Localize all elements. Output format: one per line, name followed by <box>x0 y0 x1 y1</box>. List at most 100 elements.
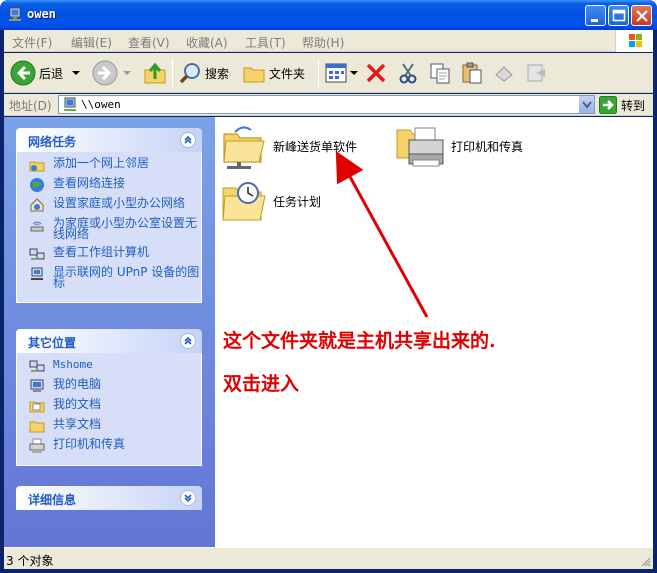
status-bar: 3 个对象 <box>4 547 653 569</box>
my-documents-label: 我的文档 <box>53 397 102 411</box>
collapse-button[interactable] <box>180 333 196 349</box>
dropdown-arrow-icon <box>123 71 131 75</box>
mshome-link[interactable]: Mshome <box>17 359 201 372</box>
explorer-window: owen 文件(F) 编辑(E) 查看(V) 收藏(A) 工具(T) 帮助(H) <box>0 0 657 573</box>
status-text: 3 个对象 <box>6 554 54 568</box>
show-upnp-devices-link[interactable]: 显示联网的 UPnP 设备的图标 <box>17 266 201 289</box>
view-network-connections-label: 查看网络连接 <box>53 176 126 190</box>
folders-icon <box>243 67 265 83</box>
menu-bar: 文件(F) 编辑(E) 查看(V) 收藏(A) 工具(T) 帮助(H) <box>4 30 653 52</box>
printers-and-faxes-link[interactable]: 打印机和传真 <box>17 437 201 453</box>
globe-icon <box>30 178 44 192</box>
go-button[interactable]: 转到 <box>599 96 645 114</box>
folders-button[interactable]: 文件夹 <box>242 57 305 89</box>
annotation-text-line2: 双击进入 <box>223 373 300 395</box>
view-workgroup-computers-link[interactable]: 查看工作组计算机 <box>17 245 201 260</box>
minimize-icon <box>591 19 598 22</box>
search-icon <box>179 63 200 84</box>
views-button[interactable] <box>324 57 358 89</box>
title-bar[interactable]: owen <box>0 0 657 30</box>
workgroup-icon <box>29 360 45 372</box>
menu-edit[interactable]: 编辑(E) <box>71 34 112 51</box>
chevron-down-icon <box>582 101 592 109</box>
undo-icon <box>495 66 513 82</box>
address-dropdown-button[interactable] <box>578 96 594 113</box>
task-pane: 网络任务 添加一个网上邻居 查看网络连接 设置家庭或小型办公网络 为家庭或小型办… <box>4 117 215 547</box>
network-tasks-body: 添加一个网上邻居 查看网络连接 设置家庭或小型办公网络 为家庭或小型办公室设置无… <box>16 152 202 303</box>
file-view: 新峰送货单软件 打印机和传真 任务计划 这个文件夹就是主机共享出来的. 双击进入 <box>215 117 653 547</box>
toolbar-separator <box>318 59 319 87</box>
wireless-network-icon <box>30 221 44 232</box>
details-header[interactable]: 详细信息 <box>16 486 202 510</box>
up-folder-icon <box>144 62 166 84</box>
other-places-body: Mshome 我的电脑 我的文档 共享文档 打印机和传真 <box>16 353 202 466</box>
minimize-button[interactable] <box>585 5 606 26</box>
setup-home-network-label: 设置家庭或小型办公网络 <box>53 196 186 210</box>
search-button[interactable]: 搜索 <box>178 57 229 89</box>
expand-button[interactable] <box>180 490 196 506</box>
close-button[interactable] <box>631 5 652 26</box>
copy-button[interactable] <box>428 57 452 89</box>
forward-button[interactable] <box>92 57 134 89</box>
details-title: 详细信息 <box>28 493 77 507</box>
shared-documents-label: 共享文档 <box>53 417 102 431</box>
maximize-button[interactable] <box>608 5 629 26</box>
delete-button[interactable] <box>364 57 388 89</box>
setup-wireless-network-label: 为家庭或小型办公室设置无线网络 <box>53 216 198 241</box>
menu-favorites[interactable]: 收藏(A) <box>186 34 228 51</box>
maximize-icon <box>612 9 626 22</box>
paste-button[interactable] <box>460 57 484 89</box>
network-computer-icon <box>9 7 21 21</box>
my-documents-link[interactable]: 我的文档 <box>17 397 201 413</box>
scissors-icon <box>399 63 417 84</box>
network-computer-icon <box>64 97 76 111</box>
standard-toolbar: 后退 搜索 文件夹 <box>4 53 653 93</box>
cut-button[interactable] <box>396 57 420 89</box>
setup-wireless-network-link[interactable]: 为家庭或小型办公室设置无线网络 <box>17 216 201 241</box>
network-tasks-header[interactable]: 网络任务 <box>16 128 202 152</box>
properties-button[interactable] <box>524 57 548 89</box>
menu-file[interactable]: 文件(F) <box>12 34 52 51</box>
upnp-device-icon <box>31 267 43 280</box>
chevron-down-double-icon <box>184 494 192 503</box>
delete-x-icon <box>366 63 386 83</box>
view-network-connections-link[interactable]: 查看网络连接 <box>17 176 201 192</box>
back-button[interactable]: 后退 <box>10 57 83 89</box>
address-input[interactable]: \\owen <box>58 95 595 114</box>
go-label: 转到 <box>621 98 646 113</box>
printers-and-faxes-label: 打印机和传真 <box>53 437 126 451</box>
chevron-up-double-icon <box>184 336 192 345</box>
toolbar-separator <box>172 59 173 87</box>
folders-label: 文件夹 <box>269 66 306 81</box>
forward-arrow-icon <box>92 60 118 86</box>
add-network-place-link[interactable]: 添加一个网上邻居 <box>17 156 201 172</box>
windows-logo <box>615 30 653 52</box>
network-tasks-panel: 网络任务 添加一个网上邻居 查看网络连接 设置家庭或小型办公网络 为家庭或小型办… <box>16 128 202 303</box>
copy-icon <box>430 63 450 84</box>
up-folder-button[interactable] <box>142 57 168 89</box>
go-arrow-icon <box>599 96 617 114</box>
menu-view[interactable]: 查看(V) <box>128 34 170 51</box>
collapse-button[interactable] <box>180 132 196 148</box>
search-label: 搜索 <box>205 66 230 81</box>
setup-home-network-link[interactable]: 设置家庭或小型办公网络 <box>17 196 201 212</box>
undo-button[interactable] <box>492 57 516 89</box>
shared-documents-link[interactable]: 共享文档 <box>17 417 201 433</box>
resize-grip-icon[interactable] <box>639 555 651 567</box>
address-value: \\owen <box>81 98 121 111</box>
menu-help[interactable]: 帮助(H) <box>302 34 344 51</box>
window-title: owen <box>27 7 56 21</box>
menu-tools[interactable]: 工具(T) <box>245 34 286 51</box>
network-tasks-title: 网络任务 <box>28 135 77 149</box>
properties-icon <box>527 64 545 82</box>
paste-icon <box>462 62 482 84</box>
other-places-title: 其它位置 <box>28 336 77 350</box>
my-documents-icon <box>29 401 45 413</box>
add-network-place-label: 添加一个网上邻居 <box>53 156 150 170</box>
my-computer-label: 我的电脑 <box>53 377 102 391</box>
other-places-header[interactable]: 其它位置 <box>16 329 202 353</box>
shared-documents-icon <box>29 421 45 433</box>
view-workgroup-computers-label: 查看工作组计算机 <box>53 245 150 259</box>
workgroup-computers-icon <box>29 248 45 260</box>
my-computer-link[interactable]: 我的电脑 <box>17 377 201 392</box>
